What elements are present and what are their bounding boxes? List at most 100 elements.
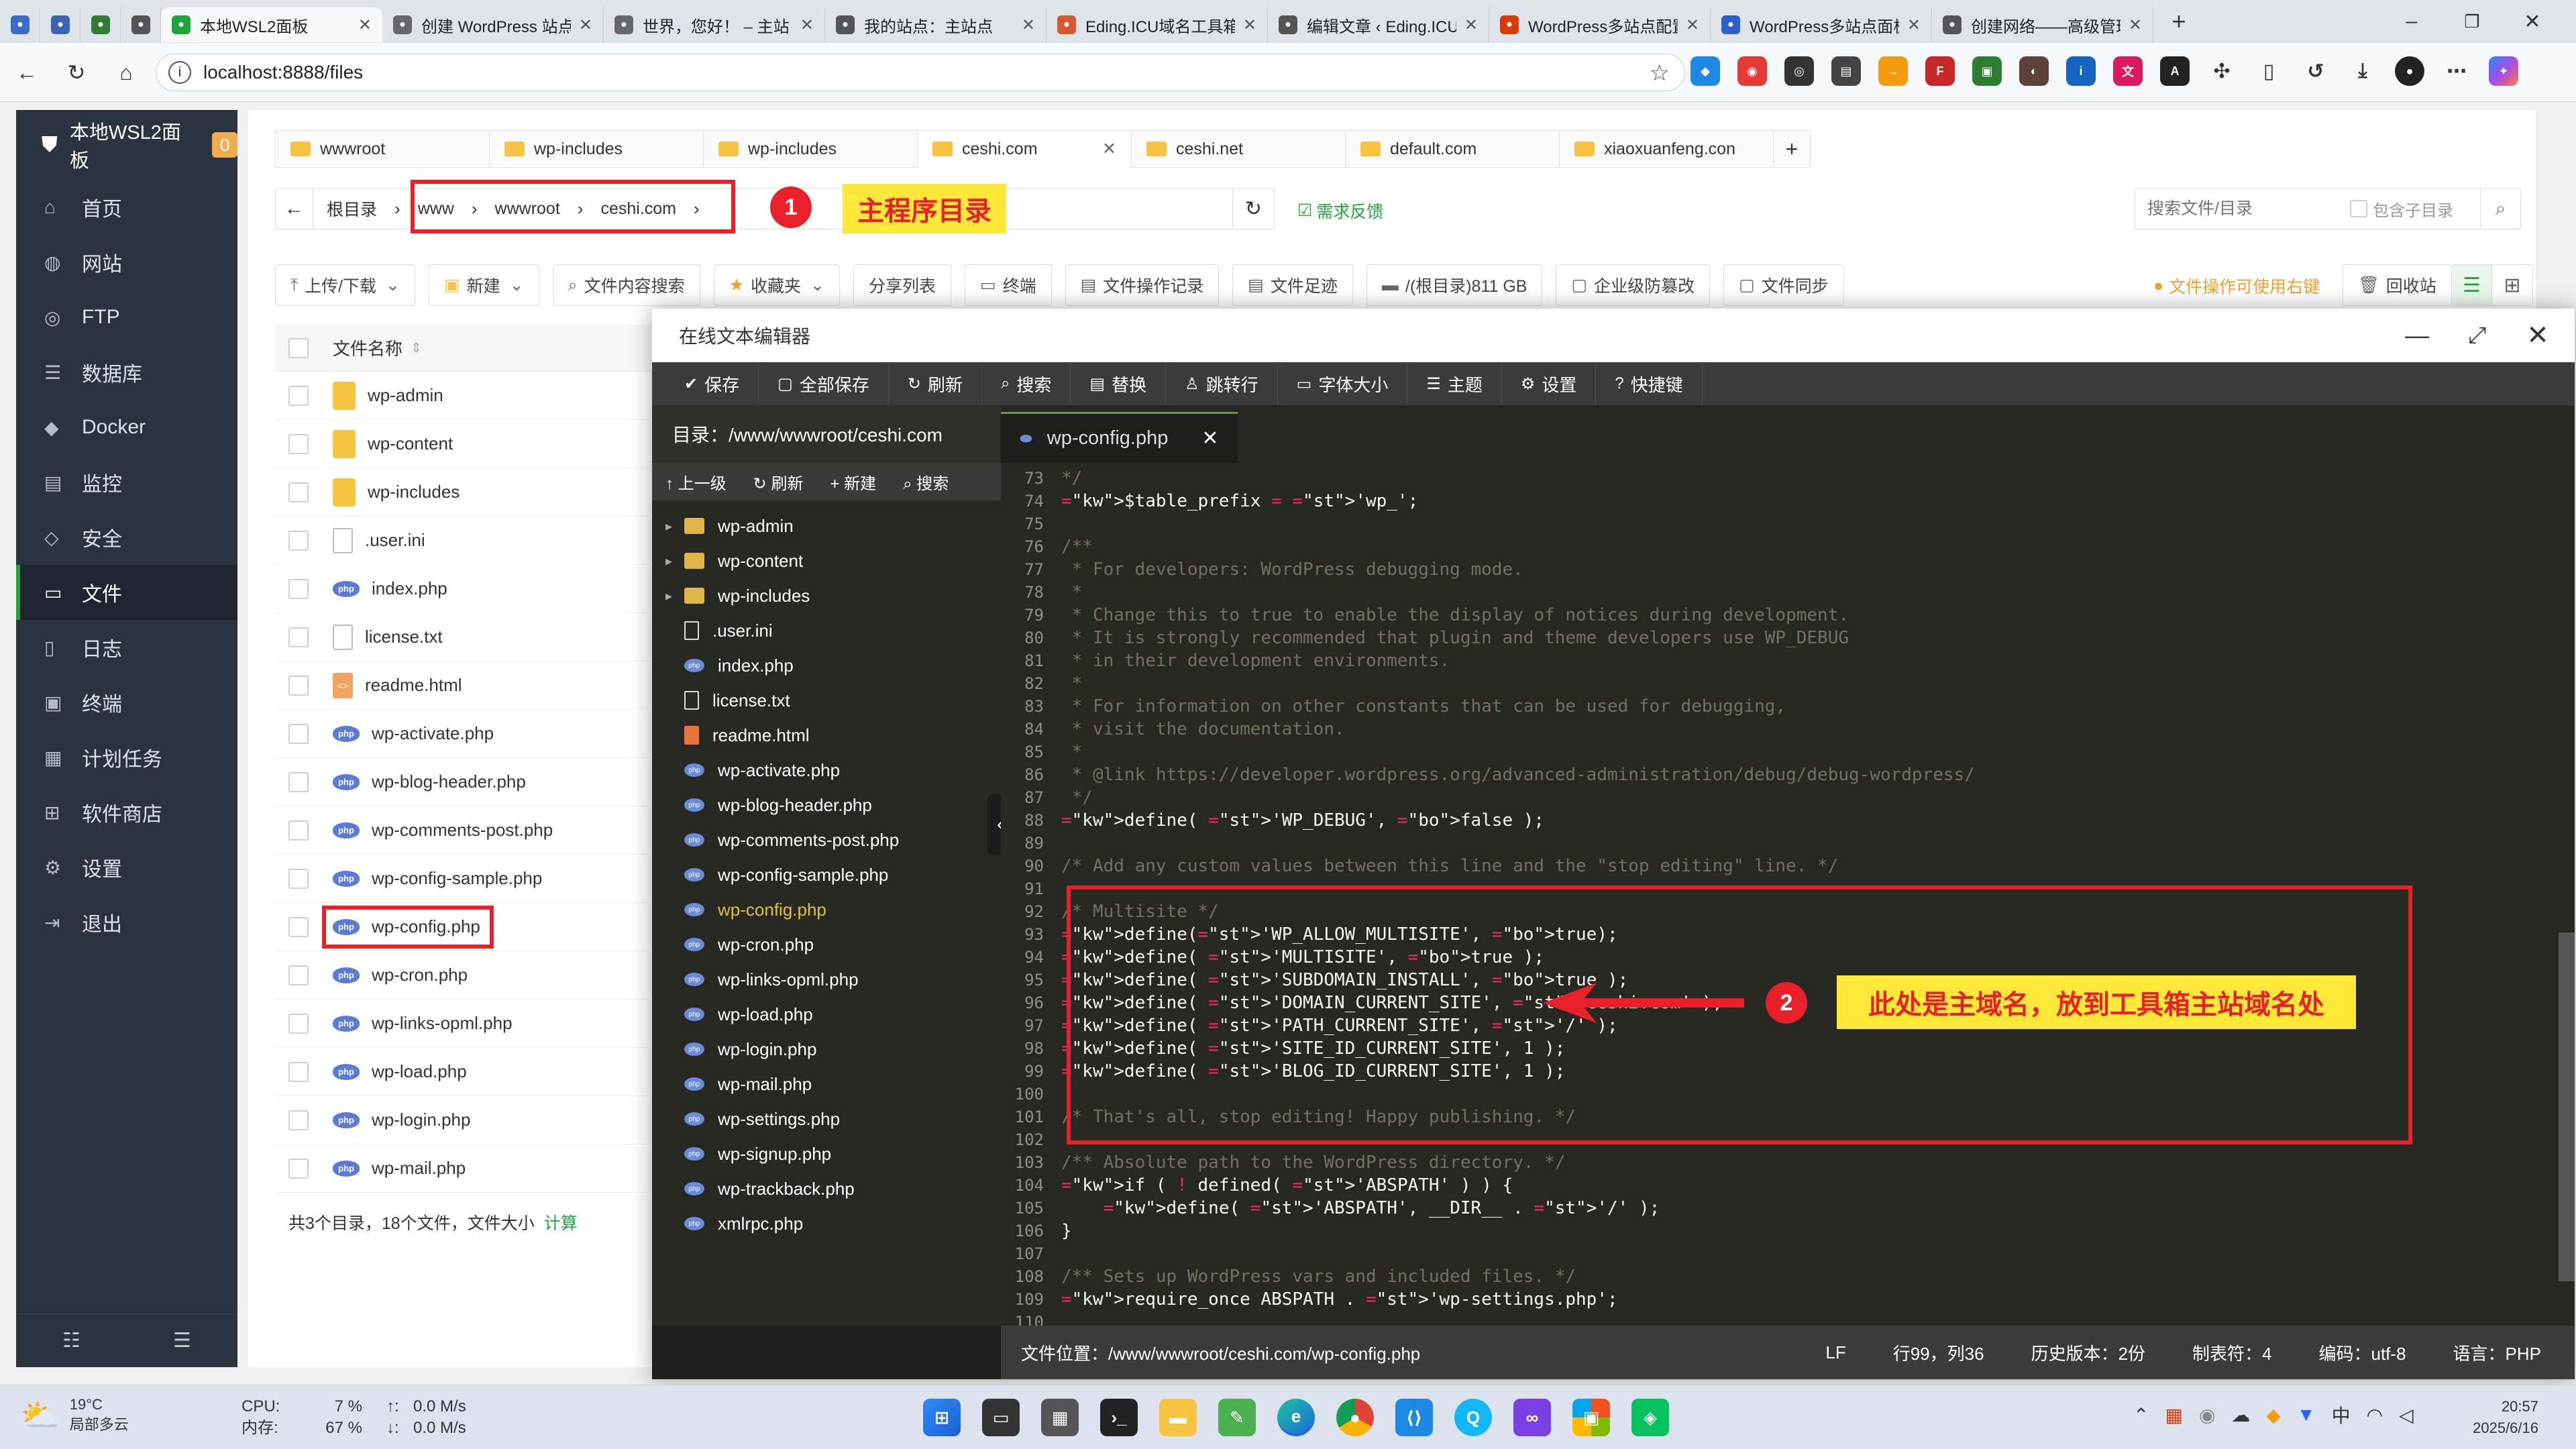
editor-toolbar-button[interactable]: ⌕ 搜索 bbox=[982, 362, 1071, 405]
browser-tab[interactable]: ● bbox=[0, 7, 40, 42]
feedback-link[interactable]: ☑ 需求反馈 bbox=[1297, 199, 1383, 223]
file-name[interactable]: license.txt bbox=[365, 627, 443, 647]
tab-close-icon[interactable]: ✕ bbox=[358, 15, 372, 35]
sidebar-item[interactable]: ▣ 终端 bbox=[16, 675, 237, 730]
download-icon[interactable]: ⤓ bbox=[2348, 56, 2377, 86]
grid-view-icon[interactable]: ⊞ bbox=[2492, 265, 2532, 305]
file-row[interactable]: php wp-cron.php bbox=[275, 951, 651, 1000]
tree-item[interactable]: php wp-blog-header.php bbox=[652, 788, 1001, 822]
editor-minimize-button[interactable]: — bbox=[2387, 321, 2447, 350]
sidebar-item[interactable]: ⊞ 软件商店 bbox=[16, 785, 237, 840]
toolbar-button[interactable]: ⤒ 上传/下载 ⌄ bbox=[275, 264, 415, 306]
extension-tray-icon[interactable]: ▤ bbox=[1831, 56, 1861, 86]
file-name[interactable]: wp-activate.php bbox=[372, 723, 494, 744]
folder-tab[interactable]: ceshi.com ✕ bbox=[917, 130, 1132, 168]
row-checkbox[interactable] bbox=[288, 916, 309, 937]
toolbar-button[interactable]: 分享列表 bbox=[853, 264, 951, 306]
tree-item[interactable]: php wp-load.php bbox=[652, 997, 1001, 1032]
editor-toolbar-button[interactable]: ▭ 字体大小 bbox=[1278, 362, 1408, 405]
browser-tab[interactable]: ● 我的站点：主站点 ✕ bbox=[825, 7, 1046, 42]
tab-close-icon[interactable]: ✕ bbox=[579, 15, 592, 35]
extension-arrow-icon[interactable]: → bbox=[1878, 56, 1908, 86]
terminal-app-icon[interactable]: ›_ bbox=[1100, 1399, 1138, 1436]
toolbar-button[interactable]: ★ 收藏夹 ⌄ bbox=[713, 264, 840, 306]
file-name[interactable]: wp-comments-post.php bbox=[372, 820, 553, 841]
file-name[interactable]: wp-config-sample.php bbox=[372, 868, 542, 889]
toolbar-button[interactable]: ▢ 企业级防篡改 bbox=[1556, 264, 1711, 306]
tree-item[interactable]: php wp-comments-post.php bbox=[652, 822, 1001, 857]
dir-tool-button[interactable]: ⌕ 搜索 bbox=[903, 470, 949, 494]
file-row[interactable]: php wp-activate.php bbox=[275, 710, 651, 758]
recycle-bin-button[interactable]: 🗑 回收站 bbox=[2343, 264, 2452, 306]
close-window-button[interactable]: ✕ bbox=[2502, 10, 2563, 34]
sort-icon[interactable]: ⇕ bbox=[411, 339, 422, 356]
row-checkbox[interactable] bbox=[288, 868, 309, 889]
extension-terminal-icon[interactable]: ▣ bbox=[1972, 56, 2002, 86]
chevron-right-icon[interactable]: ▸ bbox=[665, 588, 684, 604]
sidebar-item[interactable]: ⌂ 首页 bbox=[16, 180, 237, 235]
editor-toolbar-button[interactable]: ▢ 全部保存 bbox=[759, 362, 889, 405]
file-name[interactable]: wp-includes bbox=[368, 482, 460, 502]
tab-close-icon[interactable]: ✕ bbox=[800, 15, 814, 35]
file-search-input[interactable] bbox=[2135, 190, 2350, 227]
file-explorer-icon[interactable]: ▬ bbox=[1159, 1399, 1197, 1436]
volume-icon[interactable]: ◁ bbox=[2399, 1404, 2414, 1426]
status-eol[interactable]: LF bbox=[1825, 1342, 1845, 1363]
extension-mask-icon[interactable]: ◐ bbox=[2019, 56, 2049, 86]
row-checkbox[interactable] bbox=[288, 675, 309, 696]
notification-badge[interactable]: 0 bbox=[212, 132, 237, 158]
file-row[interactable]: php wp-blog-header.php bbox=[275, 758, 651, 806]
tree-item[interactable]: php wp-signup.php bbox=[652, 1136, 1001, 1171]
col-filename[interactable]: 文件名称 bbox=[333, 335, 402, 360]
sidebar-item[interactable]: ◍ 网站 bbox=[16, 235, 237, 290]
row-checkbox[interactable] bbox=[288, 578, 309, 599]
tree-item[interactable]: ▸ wp-admin bbox=[652, 508, 1001, 543]
folder-tab-close-icon[interactable]: ✕ bbox=[1102, 139, 1116, 159]
extension-translate-icon[interactable]: 文 bbox=[2113, 56, 2143, 86]
status-encoding[interactable]: 编码：utf-8 bbox=[2319, 1340, 2406, 1365]
tray-fire-icon[interactable]: ◆ bbox=[2266, 1404, 2281, 1426]
editor-toolbar-button[interactable]: ? 快捷键 bbox=[1596, 362, 1703, 405]
extension-a-icon[interactable]: A bbox=[2160, 56, 2190, 86]
file-name[interactable]: wp-admin bbox=[368, 385, 443, 406]
list-view-icon[interactable]: ☰ bbox=[2452, 265, 2492, 305]
file-row[interactable]: .user.ini bbox=[275, 517, 651, 565]
tree-item[interactable]: php wp-activate.php bbox=[652, 753, 1001, 788]
tab-close-icon[interactable]: ✕ bbox=[2129, 15, 2142, 35]
editor-toolbar-button[interactable]: ⚙ 设置 bbox=[1502, 362, 1597, 405]
favorite-star-icon[interactable]: ☆ bbox=[1650, 60, 1670, 87]
sidebar-item[interactable]: ◎ FTP bbox=[16, 290, 237, 345]
sidebar-item[interactable]: ⇥ 退出 bbox=[16, 895, 237, 950]
status-tab-size[interactable]: 制表符：4 bbox=[2192, 1340, 2271, 1365]
editor-close-button[interactable]: ✕ bbox=[2508, 320, 2568, 351]
task-view-icon[interactable]: ▭ bbox=[982, 1399, 1020, 1436]
chevron-right-icon[interactable]: ▸ bbox=[665, 518, 684, 535]
path-refresh-button[interactable]: ↻ bbox=[1232, 189, 1274, 229]
site-info-icon[interactable]: i bbox=[168, 61, 191, 84]
editor-toolbar-button[interactable]: ♙ 跳转行 bbox=[1166, 362, 1278, 405]
status-cursor-position[interactable]: 行99，列36 bbox=[1893, 1340, 1984, 1365]
file-row[interactable]: php wp-config-sample.php bbox=[275, 855, 651, 903]
sidebar-item[interactable]: ⚙ 设置 bbox=[16, 840, 237, 895]
status-language[interactable]: 语言：PHP bbox=[2453, 1340, 2541, 1365]
toolbar-button[interactable]: ▭ 终端 bbox=[965, 264, 1052, 306]
wechat-dev-icon[interactable]: ◈ bbox=[1631, 1399, 1669, 1436]
calc-size-link[interactable]: 计算 bbox=[544, 1210, 578, 1234]
editor-tab-active[interactable]: ⬬ wp-config.php ✕ bbox=[1001, 412, 1238, 463]
clock[interactable]: 20:57 2025/6/16 bbox=[2473, 1396, 2538, 1439]
search-icon[interactable]: ⌕ bbox=[2480, 189, 2520, 229]
tray-cloud-icon[interactable]: ☁ bbox=[2231, 1404, 2250, 1426]
tray-expand-icon[interactable]: ⌃ bbox=[2133, 1404, 2149, 1426]
sidebar-item[interactable]: ▤ 监控 bbox=[16, 455, 237, 510]
row-checkbox[interactable] bbox=[288, 771, 309, 792]
menu-list-icon[interactable]: ☰ bbox=[173, 1329, 191, 1352]
toolbar-button[interactable]: ▣ 新建 ⌄ bbox=[428, 264, 539, 306]
sidebar-item[interactable]: ▦ 计划任务 bbox=[16, 730, 237, 785]
file-name[interactable]: index.php bbox=[372, 578, 447, 599]
row-checkbox[interactable] bbox=[288, 1013, 309, 1034]
tree-item[interactable]: php wp-login.php bbox=[652, 1032, 1001, 1067]
toolbar-button[interactable]: ▬ /(根目录)811 GB bbox=[1366, 264, 1543, 306]
folder-tab[interactable]: wp-includes bbox=[703, 130, 918, 168]
file-row[interactable]: wp-includes bbox=[275, 468, 651, 517]
toolbar-button[interactable]: ▤ 文件操作记录 bbox=[1065, 264, 1220, 306]
